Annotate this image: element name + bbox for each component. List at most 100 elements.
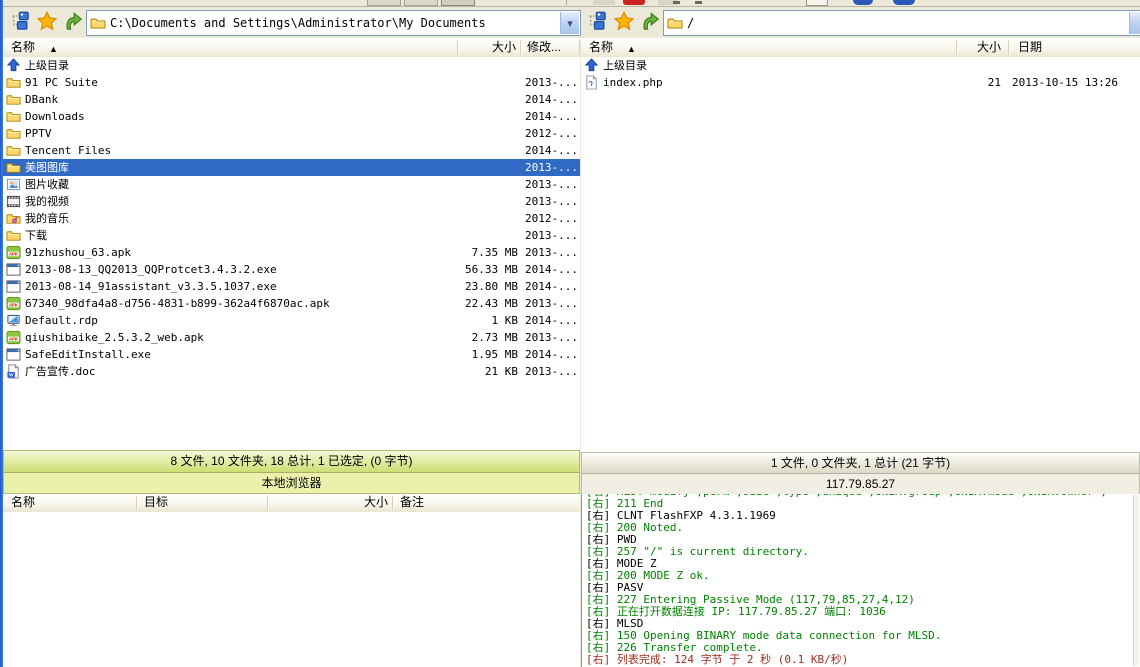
- local-path-input[interactable]: C:\Documents and Settings\Administrator\…: [86, 10, 581, 36]
- local-file-row[interactable]: W广告宣传.doc21 KB2013-...: [3, 363, 580, 380]
- main-toolbar-clipped: [3, 0, 1140, 7]
- remote-path-input[interactable]: /: [663, 10, 1140, 36]
- local-file-row[interactable]: Default.rdp1 KB2014-...: [3, 312, 580, 329]
- local-file-row[interactable]: 美图图库 2013-...: [3, 159, 580, 176]
- local-file-row[interactable]: 上级目录: [3, 57, 580, 74]
- remote-file-row[interactable]: 上级目录: [581, 57, 1140, 74]
- toolbar-button-fragment: [593, 0, 615, 5]
- local-file-row[interactable]: APK91zhushou_63.apk7.35 MB2013-...: [3, 244, 580, 261]
- local-column-header[interactable]: 名称 ▲ 大小 修改...: [3, 38, 580, 58]
- column-separator[interactable]: [520, 40, 521, 55]
- remote-file-row[interactable]: index.php212013-10-15 13:26: [581, 74, 1140, 91]
- remote-status-counts: 1 文件, 0 文件夹, 1 总计 (21 字节): [581, 452, 1140, 473]
- file-name: 91 PC Suite: [25, 74, 98, 91]
- file-name: 美图图库: [25, 159, 69, 176]
- file-name: 67340_98dfa4a8-d756-4831-b899-362a4f6870…: [25, 295, 330, 312]
- rdp-icon: [6, 313, 21, 328]
- local-file-row[interactable]: 我的视频2013-...: [3, 193, 580, 210]
- column-separator[interactable]: [1008, 40, 1009, 55]
- column-separator[interactable]: [392, 496, 393, 510]
- apk-icon: APK: [6, 296, 21, 311]
- local-file-list[interactable]: 上级目录91 PC Suite2013-...DBank2014-...Down…: [3, 57, 580, 450]
- queue-column-target[interactable]: 目标: [144, 495, 168, 510]
- log-scrollbar[interactable]: [1133, 495, 1139, 666]
- local-file-row[interactable]: APK 67340_98dfa4a8-d756-4831-b899-362a4f6…: [3, 295, 580, 312]
- column-name[interactable]: 名称: [11, 40, 35, 55]
- column-size[interactable]: 大小: [957, 40, 1001, 55]
- refresh-arrow-icon[interactable]: [640, 11, 662, 33]
- ftp-log-panel[interactable]: [右] MLST modify*;perm*;size*;type*;uniqu…: [581, 494, 1140, 667]
- file-date: 2014-...: [525, 346, 580, 363]
- globe-icon-fragment: [893, 0, 915, 5]
- file-name: 下载: [25, 227, 47, 244]
- local-status-label: 本地浏览器: [3, 472, 580, 494]
- toolbar-button-fragment: [806, 0, 828, 6]
- local-file-row[interactable]: 图片收藏2013-...: [3, 176, 580, 193]
- file-size: 2.73 MB: [403, 329, 518, 346]
- file-date: 2013-...: [525, 159, 580, 176]
- toolbar-separator-fragment: [566, 0, 567, 5]
- site-manager-icon[interactable]: [587, 11, 609, 33]
- queue-column-note[interactable]: 备注: [400, 495, 424, 510]
- local-path-text: C:\Documents and Settings\Administrator\…: [110, 16, 486, 30]
- exe-icon: [6, 262, 21, 277]
- pictures-icon: [6, 177, 21, 192]
- file-name: 广告宣传.doc: [25, 363, 96, 380]
- folder-icon: [6, 109, 21, 124]
- local-file-row[interactable]: DBank2014-...: [3, 91, 580, 108]
- local-file-row[interactable]: 2013-08-13_QQ2013_QQProtcet3.4.3.2.exe56…: [3, 261, 580, 278]
- file-date: 2012-...: [525, 125, 580, 142]
- favorites-star-icon[interactable]: [37, 11, 59, 33]
- file-date: 2012-...: [525, 210, 580, 227]
- local-file-row[interactable]: 2013-08-14_91assistant_v3.3.5.1037.exe23…: [3, 278, 580, 295]
- column-modified[interactable]: 修改...: [527, 40, 561, 55]
- file-size: 1.95 MB: [403, 346, 518, 363]
- remote-toolbar: /: [581, 7, 1140, 38]
- file-size: 23.80 MB: [403, 278, 518, 295]
- file-size: 22.43 MB: [403, 295, 518, 312]
- video-icon: [6, 194, 21, 209]
- local-file-row[interactable]: SafeEditInstall.exe1.95 MB2014-...: [3, 346, 580, 363]
- favorites-star-icon[interactable]: [614, 11, 636, 33]
- local-file-row[interactable]: APKqiushibaike_2.5.3.2_web.apk2.73 MB201…: [3, 329, 580, 346]
- sort-asc-icon: ▲: [627, 42, 636, 57]
- queue-column-size[interactable]: 大小: [303, 495, 388, 510]
- local-file-row[interactable]: PPTV2012-...: [3, 125, 580, 142]
- file-name: Tencent Files: [25, 142, 111, 159]
- file-size: 21 KB: [403, 363, 518, 380]
- exe-icon: [6, 279, 21, 294]
- path-dropdown-button[interactable]: [1129, 12, 1140, 34]
- local-file-row[interactable]: 我的音乐2012-...: [3, 210, 580, 227]
- column-size[interactable]: 大小: [458, 40, 516, 55]
- local-file-row[interactable]: 下载2013-...: [3, 227, 580, 244]
- apk-icon: APK: [6, 330, 21, 345]
- local-file-row[interactable]: Downloads2014-...: [3, 108, 580, 125]
- file-name: qiushibaike_2.5.3.2_web.apk: [25, 329, 204, 346]
- column-name[interactable]: 名称: [589, 40, 613, 55]
- remote-status-bar: 1 文件, 0 文件夹, 1 总计 (21 字节) 117.79.85.27: [581, 452, 1140, 494]
- file-name: 2013-08-13_QQ2013_QQProtcet3.4.3.2.exe: [25, 261, 277, 278]
- svg-text:APK: APK: [9, 251, 19, 256]
- path-dropdown-button[interactable]: ▾: [560, 12, 579, 34]
- toolbar-button-fragment: [404, 0, 438, 6]
- remote-column-header[interactable]: 名称 ▲ 大小 日期: [581, 38, 1140, 58]
- column-separator[interactable]: [136, 496, 137, 510]
- refresh-arrow-icon[interactable]: [63, 11, 85, 33]
- column-separator[interactable]: [579, 40, 580, 55]
- transfer-queue-list[interactable]: [3, 512, 580, 667]
- remote-file-list[interactable]: 上级目录index.php212013-10-15 13:26: [581, 57, 1140, 452]
- folder-icon: [6, 160, 21, 175]
- queue-column-name[interactable]: 名称: [11, 495, 35, 510]
- local-file-row[interactable]: 91 PC Suite2013-...: [3, 74, 580, 91]
- queue-column-header[interactable]: 名称 目标 大小 备注: [3, 494, 580, 513]
- file-name: 上级目录: [603, 57, 647, 74]
- folder-icon: [667, 15, 683, 31]
- file-date: 2014-...: [525, 278, 580, 295]
- column-separator[interactable]: [267, 496, 268, 510]
- site-manager-icon[interactable]: [10, 11, 32, 33]
- log-line: [右] 200 Noted.: [586, 522, 1140, 534]
- local-file-row[interactable]: Tencent Files2014-...: [3, 142, 580, 159]
- file-name: 我的视频: [25, 193, 69, 210]
- file-date: 2014-...: [525, 261, 580, 278]
- column-date[interactable]: 日期: [1018, 40, 1042, 55]
